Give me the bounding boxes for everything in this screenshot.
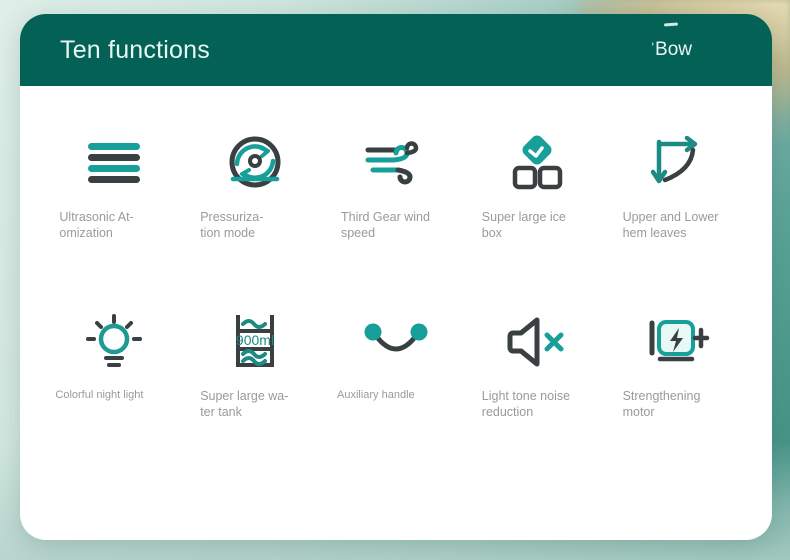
feature-label: Pressuriza- tion mode <box>200 210 310 241</box>
feature-item-night-light[interactable]: Colorful night light <box>44 311 185 420</box>
feature-row: Ultrasonic At- omization Pressuriza- ti <box>44 132 748 241</box>
atomization-bars-icon <box>77 132 151 194</box>
feature-label: Light tone noise reduction <box>482 389 592 420</box>
water-tank-icon: 900ml <box>218 311 292 373</box>
water-tank-capacity-badge: 900ml <box>236 332 274 348</box>
auxiliary-handle-icon <box>359 311 433 373</box>
strengthening-motor-icon <box>641 311 715 373</box>
pressurization-swirl-icon <box>218 132 292 194</box>
feature-label: Upper and Lower hem leaves <box>623 210 733 241</box>
feature-item-noise-reduction[interactable]: Light tone noise reduction <box>466 311 607 420</box>
noise-reduction-mute-icon <box>500 311 574 373</box>
page-title: Ten functions <box>60 36 210 65</box>
feature-label: Auxiliary handle <box>337 389 455 403</box>
feature-card: Ten functions ' Bow Ultrasonic At- omi <box>20 14 772 540</box>
feature-label: Third Gear wind speed <box>341 210 451 241</box>
feature-label: Super large ice box <box>482 210 592 241</box>
feature-item-wind-speed[interactable]: Third Gear wind speed <box>326 132 467 241</box>
night-light-bulb-icon <box>77 311 151 373</box>
feature-item-pressurization-mode[interactable]: Pressuriza- tion mode <box>185 132 326 241</box>
hem-leaves-arrows-icon <box>641 132 715 194</box>
feature-label: Ultrasonic At- omization <box>59 210 169 241</box>
feature-label: Super large wa- ter tank <box>200 389 310 420</box>
features-grid: Ultrasonic At- omization Pressuriza- ti <box>20 86 772 540</box>
feature-row: Colorful night light 900ml Super large w <box>44 311 748 420</box>
header-tick-mark: ' <box>651 40 654 54</box>
wind-speed-icon <box>359 132 433 194</box>
header-brand-label: Bow <box>655 39 692 61</box>
feature-item-ultrasonic-atomization[interactable]: Ultrasonic At- omization <box>44 132 185 241</box>
feature-item-hem-leaves[interactable]: Upper and Lower hem leaves <box>607 132 748 241</box>
feature-item-strengthening-motor[interactable]: Strengthening motor <box>607 311 748 420</box>
feature-item-auxiliary-handle[interactable]: Auxiliary handle <box>326 311 467 420</box>
feature-item-ice-box[interactable]: Super large ice box <box>466 132 607 241</box>
feature-label: Strengthening motor <box>623 389 733 420</box>
feature-label: Colorful night light <box>55 389 173 403</box>
ice-box-icon <box>500 132 574 194</box>
header-dash-mark <box>664 23 678 27</box>
feature-item-water-tank[interactable]: 900ml Super large wa- ter tank <box>185 311 326 420</box>
header-right-group: ' Bow <box>651 39 744 61</box>
card-header: Ten functions ' Bow <box>20 14 772 86</box>
